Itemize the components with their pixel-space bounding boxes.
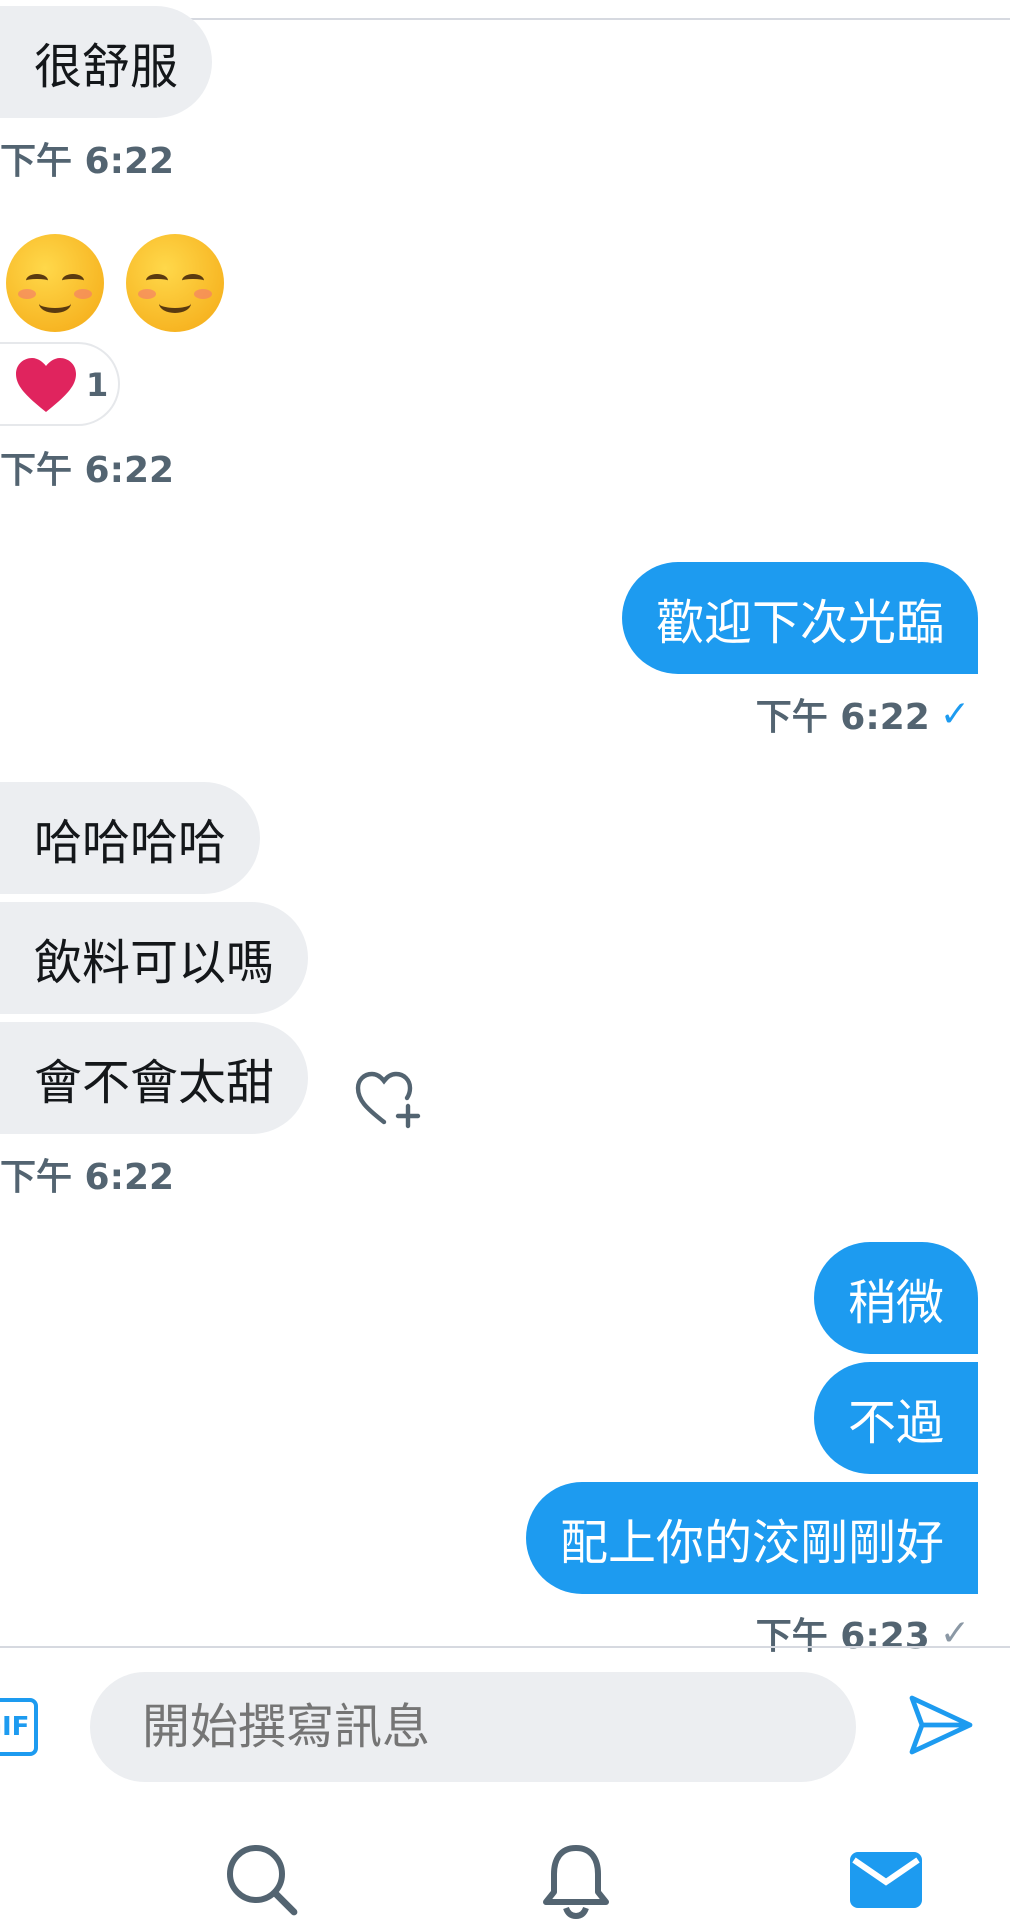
message-input[interactable] xyxy=(90,1672,856,1782)
smiling-face-emoji xyxy=(126,234,224,332)
add-reaction-icon[interactable] xyxy=(354,1068,426,1130)
gif-button[interactable]: GIF xyxy=(0,1698,38,1756)
message-text: 很舒服 xyxy=(34,39,179,95)
message-timestamp: 下午 6:22 xyxy=(0,1157,175,1198)
message-timestamp-row: 下午 6:23 ✓ xyxy=(756,1607,970,1659)
message-timestamp: 下午 6:23 xyxy=(755,1616,930,1657)
read-check-icon: ✓ xyxy=(939,693,970,735)
send-icon[interactable] xyxy=(908,1694,974,1756)
smiling-face-emoji xyxy=(6,234,104,332)
message-timestamp: 下午 6:22 xyxy=(0,450,175,491)
message-text: 會不會太甜 xyxy=(34,1055,275,1111)
incoming-message[interactable]: 哈哈哈哈 xyxy=(0,782,261,894)
red-heart-icon xyxy=(16,358,76,412)
reaction-pill[interactable]: 1 xyxy=(0,342,120,426)
outgoing-message[interactable]: 稍微 xyxy=(813,1242,978,1354)
outgoing-message[interactable]: 不過 xyxy=(813,1362,978,1474)
bell-icon[interactable] xyxy=(536,1840,616,1920)
message-timestamp: 下午 6:22 xyxy=(755,697,930,738)
message-text: 稍微 xyxy=(847,1275,944,1331)
incoming-message[interactable]: 會不會太甜 xyxy=(0,1022,309,1134)
incoming-message[interactable]: 飲料可以嗎 xyxy=(0,902,309,1014)
reaction-count: 1 xyxy=(86,366,109,404)
message-timestamp-row: 下午 6:22 ✓ xyxy=(756,688,970,740)
message-text: 哈哈哈哈 xyxy=(34,815,227,871)
message-text: 配上你的洨剛剛好 xyxy=(559,1515,944,1571)
message-text: 不過 xyxy=(847,1395,944,1451)
outgoing-message[interactable]: 配上你的洨剛剛好 xyxy=(525,1482,978,1594)
message-text: 歡迎下次光臨 xyxy=(655,595,944,651)
mail-icon[interactable] xyxy=(846,1840,926,1920)
composer-divider xyxy=(0,1646,1010,1648)
search-icon[interactable] xyxy=(222,1840,302,1920)
message-timestamp: 下午 6:22 xyxy=(0,141,175,182)
incoming-message[interactable]: 很舒服 xyxy=(0,6,213,118)
outgoing-message[interactable]: 歡迎下次光臨 xyxy=(621,562,978,674)
message-text: 飲料可以嗎 xyxy=(34,935,275,991)
